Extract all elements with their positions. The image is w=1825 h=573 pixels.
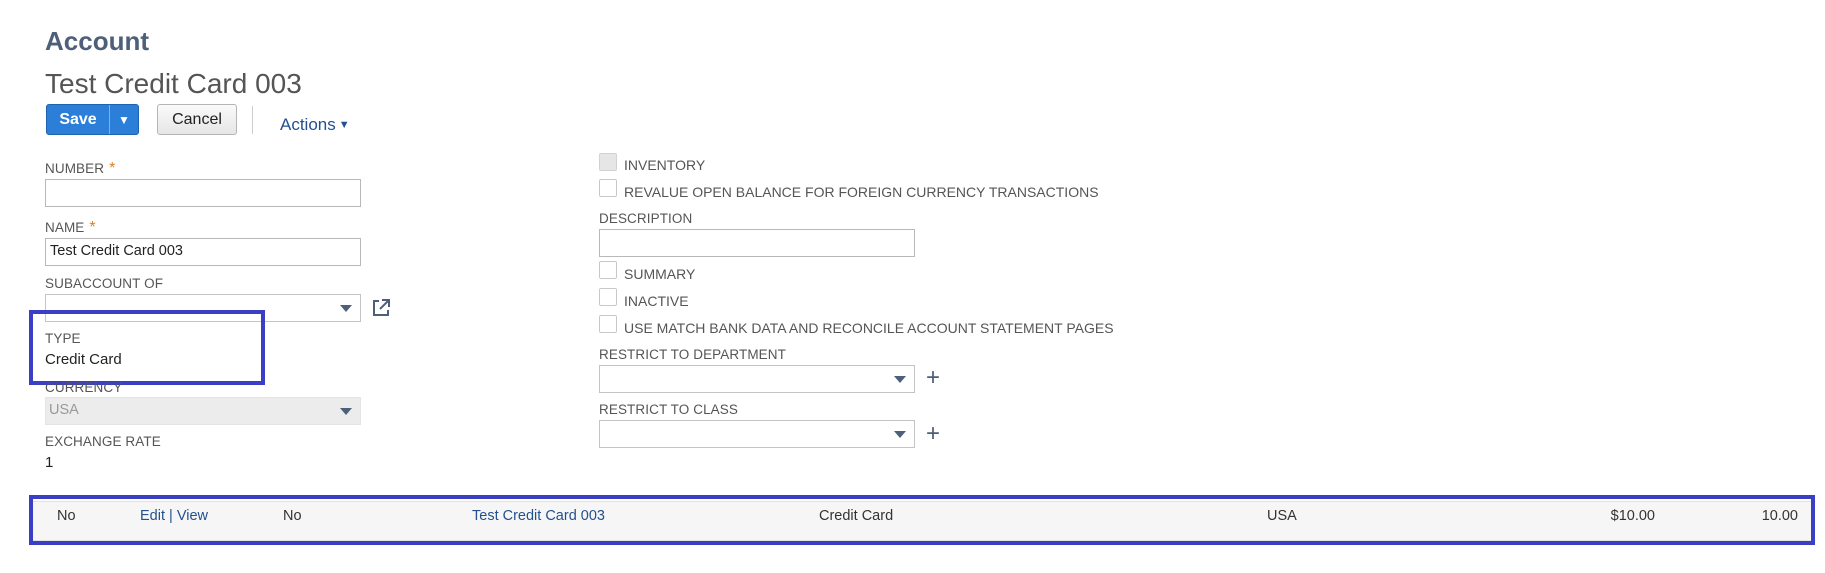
inactive-checkbox[interactable] [599,288,617,306]
name-label: NAME * [45,219,96,237]
actions-menu[interactable]: Actions ▼ [280,115,350,135]
dropdown-arrow-icon[interactable] [894,431,906,438]
number-label: NUMBER * [45,160,115,178]
cancel-button[interactable]: Cancel [157,104,237,135]
exchange-rate-label: EXCHANGE RATE [45,434,161,449]
dropdown-arrow-icon[interactable] [894,376,906,383]
dropdown-arrow-icon[interactable] [340,305,352,312]
add-department-plus-icon[interactable]: + [926,366,940,390]
actions-label[interactable]: Actions [280,115,336,134]
match-bank-checkbox[interactable] [599,315,617,333]
restrict-department-select[interactable] [599,365,915,393]
save-button-label[interactable]: Save [47,105,109,134]
inactive-label: INACTIVE [624,293,689,309]
currency-value: USA [49,402,79,418]
required-asterisk-icon: * [109,160,116,177]
toolbar-divider [252,106,253,134]
page-heading: Account [45,26,149,56]
inventory-label: INVENTORY [624,157,706,173]
summary-checkbox[interactable] [599,261,617,279]
inventory-checkbox [599,153,617,171]
type-highlight-box [29,310,265,385]
add-class-plus-icon[interactable]: + [926,422,940,446]
revalue-label: REVALUE OPEN BALANCE FOR FOREIGN CURRENC… [624,184,1099,200]
summary-label: SUMMARY [624,266,696,282]
save-button[interactable]: Save ▼ [46,104,139,135]
open-external-icon[interactable] [371,298,391,318]
description-field[interactable] [599,229,915,257]
restrict-class-select[interactable] [599,420,915,448]
required-asterisk-icon: * [89,219,96,236]
revalue-checkbox[interactable] [599,179,617,197]
number-field[interactable] [45,179,361,207]
save-dropdown-arrow-icon[interactable]: ▼ [110,105,138,134]
number-label-text: NUMBER [45,161,105,176]
restrict-class-label: RESTRICT TO CLASS [599,402,738,417]
subaccount-label: SUBACCOUNT OF [45,276,164,291]
dropdown-arrow-icon [340,408,352,415]
restrict-department-label: RESTRICT TO DEPARTMENT [599,347,786,362]
currency-select: USA [45,397,361,425]
match-bank-label: USE MATCH BANK DATA AND RECONCILE ACCOUN… [624,320,1114,336]
exchange-rate-value: 1 [45,454,54,471]
row-highlight-box [29,495,1815,545]
description-label: DESCRIPTION [599,211,693,226]
record-title: Test Credit Card 003 [45,68,302,99]
caret-down-icon[interactable]: ▼ [339,119,350,131]
name-field[interactable]: Test Credit Card 003 [45,238,361,266]
currency-label: CURRENCY [45,380,123,395]
name-label-text: NAME [45,220,85,235]
